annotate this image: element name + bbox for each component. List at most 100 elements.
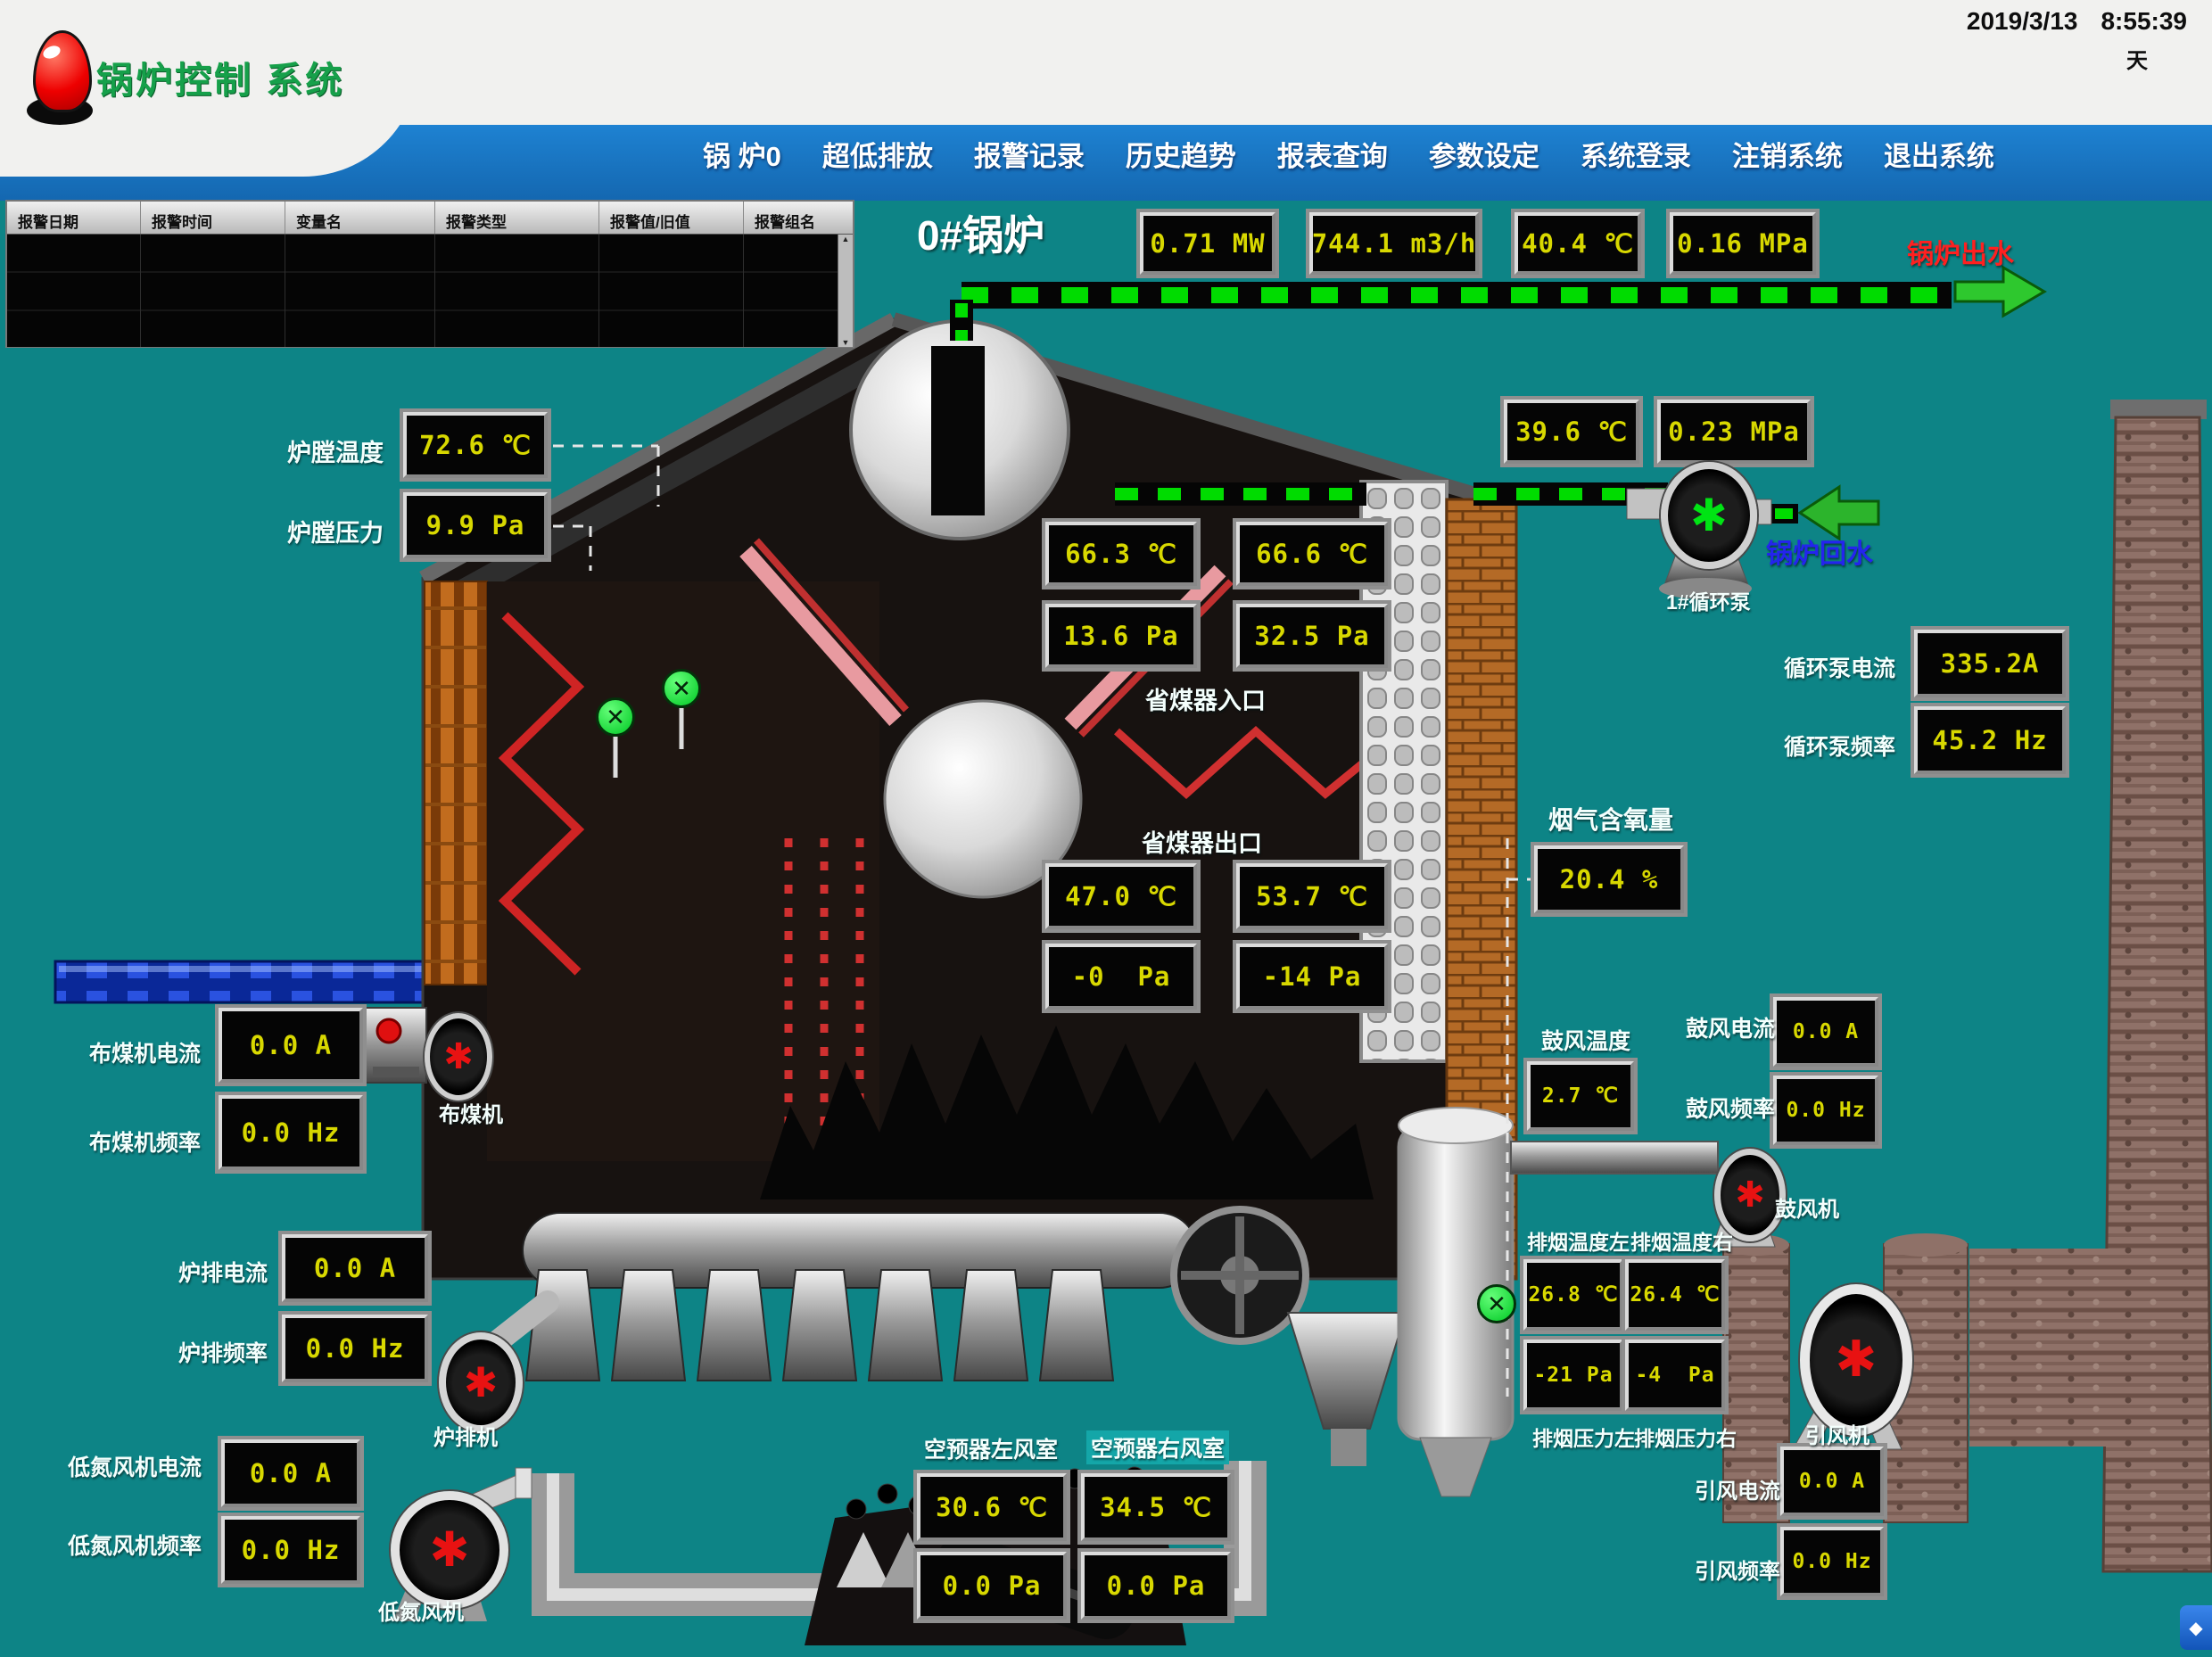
grate-fan-icon[interactable]: ✱ — [439, 1332, 523, 1432]
airpreheater-right-press-box: 0.0 Pa — [1081, 1552, 1231, 1620]
datetime: 2019/3/13 8:55:39 — [1967, 7, 2187, 36]
alarm-col-value: 报警值/旧值 — [599, 202, 744, 234]
app-title: 锅炉控制 系统 — [96, 50, 344, 103]
flue-temp-right-box: 26.4 ℃ — [1625, 1259, 1725, 1331]
menu-item-boiler0[interactable]: 锅 炉0 — [703, 134, 781, 174]
outlet-press-box: 0.16 MPa — [1670, 212, 1816, 275]
eco-outlet-temp2-box: 53.7 ℃ — [1236, 863, 1388, 929]
coal-feeder-fan-icon[interactable]: ✱ — [425, 1013, 492, 1101]
airpreheater-right-label: 空预器右风室 — [1086, 1430, 1229, 1464]
airpreheater-right-temp-box: 34.5 ℃ — [1081, 1473, 1231, 1541]
airpreheater-left-press-box: 0.0 Pa — [917, 1552, 1067, 1620]
eco-outlet-press2-box: -14 Pa — [1236, 944, 1388, 1010]
blower-freq-box: 0.0 Hz — [1773, 1076, 1878, 1145]
alarm-col-tag: 变量名 — [285, 202, 435, 234]
corner-glyph-icon: ◆ — [2189, 1617, 2202, 1639]
induced-fan-label: 引风机 — [1805, 1418, 1869, 1449]
floating-widget-icon[interactable]: ◆ — [2180, 1605, 2212, 1650]
blower-fan-label: 鼓风机 — [1775, 1191, 1839, 1223]
circ-current-label: 循环泵电流 — [1784, 651, 1895, 683]
furnace-temp-box: 72.6 ℃ — [403, 412, 548, 478]
flue-press-left-box: -21 Pa — [1523, 1340, 1623, 1411]
alarm-column — [141, 235, 285, 347]
circ-freq-box: 45.2 Hz — [1914, 706, 2066, 774]
blower-temp-box: 2.7 ℃ — [1527, 1061, 1634, 1131]
alarm-column — [7, 235, 141, 347]
alarm-column — [599, 235, 744, 347]
grate-label: 炉排机 — [433, 1420, 498, 1451]
menu-item-alarms[interactable]: 报警记录 — [974, 134, 1085, 174]
menu-item-reports[interactable]: 报表查询 — [1277, 134, 1388, 174]
menu-item-params[interactable]: 参数设定 — [1429, 134, 1539, 174]
fan-impeller-icon: ✱ — [443, 1039, 474, 1075]
menu-item-logout[interactable]: 注销系统 — [1732, 134, 1843, 174]
lownox-fan-label: 低氮风机 — [378, 1595, 464, 1626]
outlet-pipe-label: 锅炉出水 — [1907, 232, 2014, 271]
date-label: 2019/3/13 — [1967, 7, 2078, 35]
scroll-up-icon[interactable]: ▲ — [842, 235, 850, 243]
airpreheater-left-label: 空预器左风室 — [924, 1432, 1058, 1464]
eco-inlet-press1-box: 13.6 Pa — [1045, 604, 1197, 668]
menu-item-login[interactable]: 系统登录 — [1581, 134, 1691, 174]
flue-press-left-label: 排烟压力左 — [1532, 1422, 1635, 1452]
circulation-pump-icon[interactable]: ✱ — [1661, 462, 1757, 569]
eco-inlet-temp2-box: 66.6 ℃ — [1236, 522, 1388, 586]
menu-item-history[interactable]: 历史趋势 — [1126, 134, 1236, 174]
time-label: 8:55:39 — [2101, 7, 2187, 35]
lownox-fan-icon[interactable]: ✱ — [391, 1491, 508, 1609]
outlet-temp-box: 40.4 ℃ — [1515, 212, 1641, 275]
roof-valve-1-icon[interactable]: ✕ — [596, 697, 635, 737]
alarm-col-type: 报警类型 — [435, 202, 599, 234]
roof-valve-2-icon[interactable]: ✕ — [662, 669, 701, 708]
main-menu: 锅 炉0 超低排放 报警记录 历史趋势 报表查询 参数设定 系统登录 注销系统 … — [703, 134, 1994, 174]
pump-impeller-icon: ✱ — [1690, 493, 1728, 538]
steam-power-box: 0.71 MW — [1140, 212, 1275, 275]
feeder-freq-box: 0.0 Hz — [219, 1095, 363, 1170]
return-press-box: 0.23 MPa — [1657, 400, 1811, 464]
flue-temp-left-box: 26.8 ℃ — [1523, 1259, 1623, 1331]
grate-current-box: 0.0 A — [282, 1234, 428, 1302]
menu-item-exit[interactable]: 退出系统 — [1884, 134, 1994, 174]
fan-impeller-icon: ✱ — [429, 1526, 469, 1574]
alarm-col-group: 报警组名 — [744, 202, 853, 234]
induced-fan-icon[interactable]: ✱ — [1800, 1284, 1912, 1436]
induced-freq-label: 引风频率 — [1695, 1554, 1780, 1585]
boiler-name: 0#锅炉 — [917, 203, 1044, 262]
alarm-column — [435, 235, 599, 347]
feeder-freq-label: 布煤机频率 — [89, 1125, 201, 1158]
alarm-lamp-icon — [27, 30, 93, 125]
scroll-down-icon[interactable]: ▼ — [842, 338, 850, 347]
eco-outlet-press1-box: -0 Pa — [1045, 944, 1197, 1010]
blower-temp-label: 鼓风温度 — [1541, 1024, 1630, 1056]
alarm-table-header: 报警日期 报警时间 变量名 报警类型 报警值/旧值 报警组名 — [7, 202, 853, 235]
furnace-press-label: 炉膛压力 — [287, 514, 384, 548]
alarm-column — [285, 235, 435, 347]
alarm-table-body: ▲ ▼ — [7, 235, 853, 347]
return-pipe-label: 锅炉回水 — [1766, 532, 1873, 571]
eco-inlet-temp1-box: 66.3 ℃ — [1045, 522, 1197, 586]
blower-current-label: 鼓风电流 — [1686, 1011, 1775, 1043]
induced-current-label: 引风电流 — [1695, 1473, 1780, 1504]
lownox-current-box: 0.0 A — [221, 1439, 360, 1507]
flue-valve-icon[interactable]: ✕ — [1477, 1284, 1516, 1323]
airpreheater-left-temp-box: 30.6 ℃ — [917, 1473, 1067, 1541]
menu-item-emission[interactable]: 超低排放 — [822, 134, 933, 174]
circ-current-box: 335.2A — [1914, 630, 2066, 697]
induced-current-box: 0.0 A — [1780, 1447, 1884, 1516]
alarm-table-scrollbar[interactable]: ▲ ▼ — [838, 235, 853, 347]
lownox-freq-label: 低氮风机频率 — [68, 1529, 202, 1561]
alarm-col-time: 报警时间 — [141, 202, 285, 234]
feeder-current-box: 0.0 A — [219, 1008, 363, 1083]
flue-temp-right-label: 排烟温度右 — [1630, 1225, 1733, 1256]
o2-box: 20.4 % — [1534, 845, 1684, 913]
alarm-table[interactable]: 报警日期 报警时间 变量名 报警类型 报警值/旧值 报警组名 ▲ ▼ — [5, 200, 854, 348]
blower-freq-label: 鼓风频率 — [1686, 1092, 1775, 1124]
grate-freq-label: 炉排频率 — [178, 1336, 268, 1368]
eco-inlet-label: 省煤器入口 — [1145, 681, 1266, 716]
furnace-press-box: 9.9 Pa — [403, 492, 548, 558]
coal-feeder-label: 布煤机 — [439, 1097, 503, 1128]
eco-outlet-temp1-box: 47.0 ℃ — [1045, 863, 1197, 929]
day-label: 天 — [2126, 43, 2148, 74]
fan-impeller-icon: ✱ — [464, 1362, 499, 1403]
grate-current-label: 炉排电流 — [178, 1256, 268, 1288]
